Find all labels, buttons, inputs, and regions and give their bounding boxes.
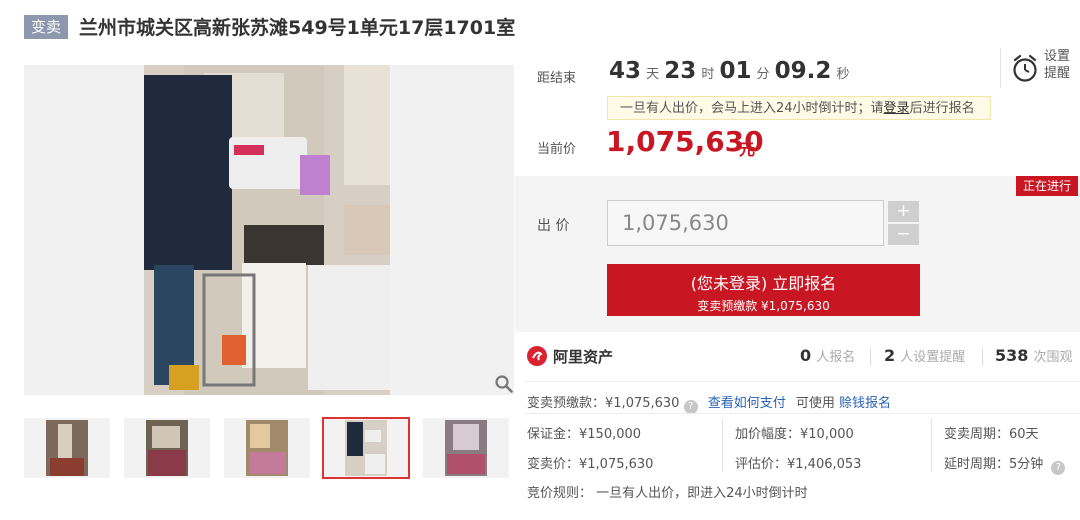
signup-count: 0 人报名 xyxy=(800,346,855,365)
reminder-line2: 提醒 xyxy=(1044,66,1071,81)
divider xyxy=(982,348,983,366)
countdown-minutes: 01 xyxy=(719,58,752,84)
signup-button[interactable]: (您未登录) 立即报名 变卖预缴款 ¥1,075,630 xyxy=(607,264,920,316)
reminder-count: 2 人设置提醒 xyxy=(884,346,965,365)
ali-assets-brand: 阿里资产 xyxy=(553,348,614,366)
reminder-label[interactable]: 设置 提醒 xyxy=(1044,48,1070,82)
login-link[interactable]: 登录 xyxy=(884,101,910,116)
magnifier-icon[interactable] xyxy=(494,374,514,394)
bid-amount-input[interactable] xyxy=(607,200,884,246)
bidding-rule: 竞价规则： 一旦有人出价，即进入24小时倒计时 xyxy=(527,486,808,501)
reminder-line1: 设置 xyxy=(1044,49,1071,64)
column-divider xyxy=(931,418,932,472)
thumbnail-2[interactable] xyxy=(124,418,210,478)
prepay-value: ¥1,075,630 xyxy=(605,396,680,411)
property-title: 兰州市城关区高新张苏滩549号1单元17层1701室 xyxy=(79,17,516,39)
countdown-hours-unit: 时 xyxy=(701,67,715,82)
divider xyxy=(525,381,1080,382)
view-count-number: 538 xyxy=(995,346,1029,365)
bid-notice: 一旦有人出价，会马上进入24小时倒计时；请登录后进行报名 xyxy=(607,96,991,120)
column-divider xyxy=(722,418,723,472)
question-icon[interactable]: ? xyxy=(683,400,698,414)
view-count-label: 次围观 xyxy=(1033,350,1073,365)
signup-deposit-label: 变卖预缴款 ¥1,075,630 xyxy=(697,299,830,313)
status-badge: 正在进行 xyxy=(1016,176,1078,196)
notice-text-end: 后进行报名 xyxy=(909,101,975,116)
appraisal-price: 评估价：¥1,406,053 xyxy=(735,457,862,472)
bid-increment: 加价幅度：¥10,000 xyxy=(735,427,854,442)
sale-type-tag: 变卖 xyxy=(24,15,68,39)
credit-signup-link[interactable]: 赊钱报名 xyxy=(839,396,891,411)
extension-period: 延时周期：5分钟 xyxy=(944,457,1044,472)
countdown-days-unit: 天 xyxy=(646,67,660,82)
countdown-timer: 43 天 23 时 01 分 09.2 秒 xyxy=(609,58,850,84)
increase-bid-button[interactable]: + xyxy=(888,201,919,222)
reminder-count-number: 2 xyxy=(884,346,896,365)
question-icon[interactable]: ? xyxy=(1051,461,1066,475)
view-count: 538 次围观 xyxy=(995,346,1073,365)
thumbnail-3[interactable] xyxy=(224,418,310,478)
price-unit: 元 xyxy=(739,140,756,159)
countdown-hours: 23 xyxy=(664,58,697,84)
countdown-seconds-unit: 秒 xyxy=(836,67,850,82)
reminder-count-label: 人设置提醒 xyxy=(900,350,966,365)
thumbnail-1[interactable] xyxy=(24,418,110,478)
signup-count-number: 0 xyxy=(800,346,812,365)
divider xyxy=(870,348,871,366)
bathroom-photo xyxy=(24,65,514,395)
deposit: 保证金：¥150,000 xyxy=(527,427,642,442)
decrease-bid-button[interactable]: − xyxy=(888,224,919,245)
can-use-text: 可使用 xyxy=(795,396,835,411)
countdown-seconds: 09.2 xyxy=(774,58,832,84)
current-price-label: 当前价 xyxy=(537,142,577,157)
prepay-row: 变卖预缴款：¥1,075,630 ? 查看如何支付 可使用 赊钱报名 xyxy=(527,392,891,414)
thumbnail-4-active[interactable] xyxy=(322,417,410,479)
sale-period: 变卖周期：60天 xyxy=(944,427,1039,442)
main-photo[interactable] xyxy=(24,65,514,395)
bid-label: 出 价 xyxy=(537,218,570,234)
signup-button-label: (您未登录) 立即报名 xyxy=(690,274,837,293)
signup-count-label: 人报名 xyxy=(816,350,856,365)
ali-assets-logo-icon xyxy=(527,346,547,366)
extension-period-row: 延时周期：5分钟 ? xyxy=(944,453,1066,475)
how-to-pay-link[interactable]: 查看如何支付 xyxy=(708,396,786,411)
thumbnail-5[interactable] xyxy=(423,418,509,478)
notice-text: 一旦有人出价，会马上进入24小时倒计时；请 xyxy=(620,101,884,116)
prepay-label: 变卖预缴款： xyxy=(527,396,606,411)
countdown-minutes-unit: 分 xyxy=(756,67,770,82)
countdown-label: 距结束 xyxy=(537,71,577,86)
sale-price: 变卖价：¥1,075,630 xyxy=(527,457,654,472)
alarm-clock-icon[interactable] xyxy=(1011,54,1039,84)
divider xyxy=(525,413,1080,414)
countdown-days: 43 xyxy=(609,58,642,84)
